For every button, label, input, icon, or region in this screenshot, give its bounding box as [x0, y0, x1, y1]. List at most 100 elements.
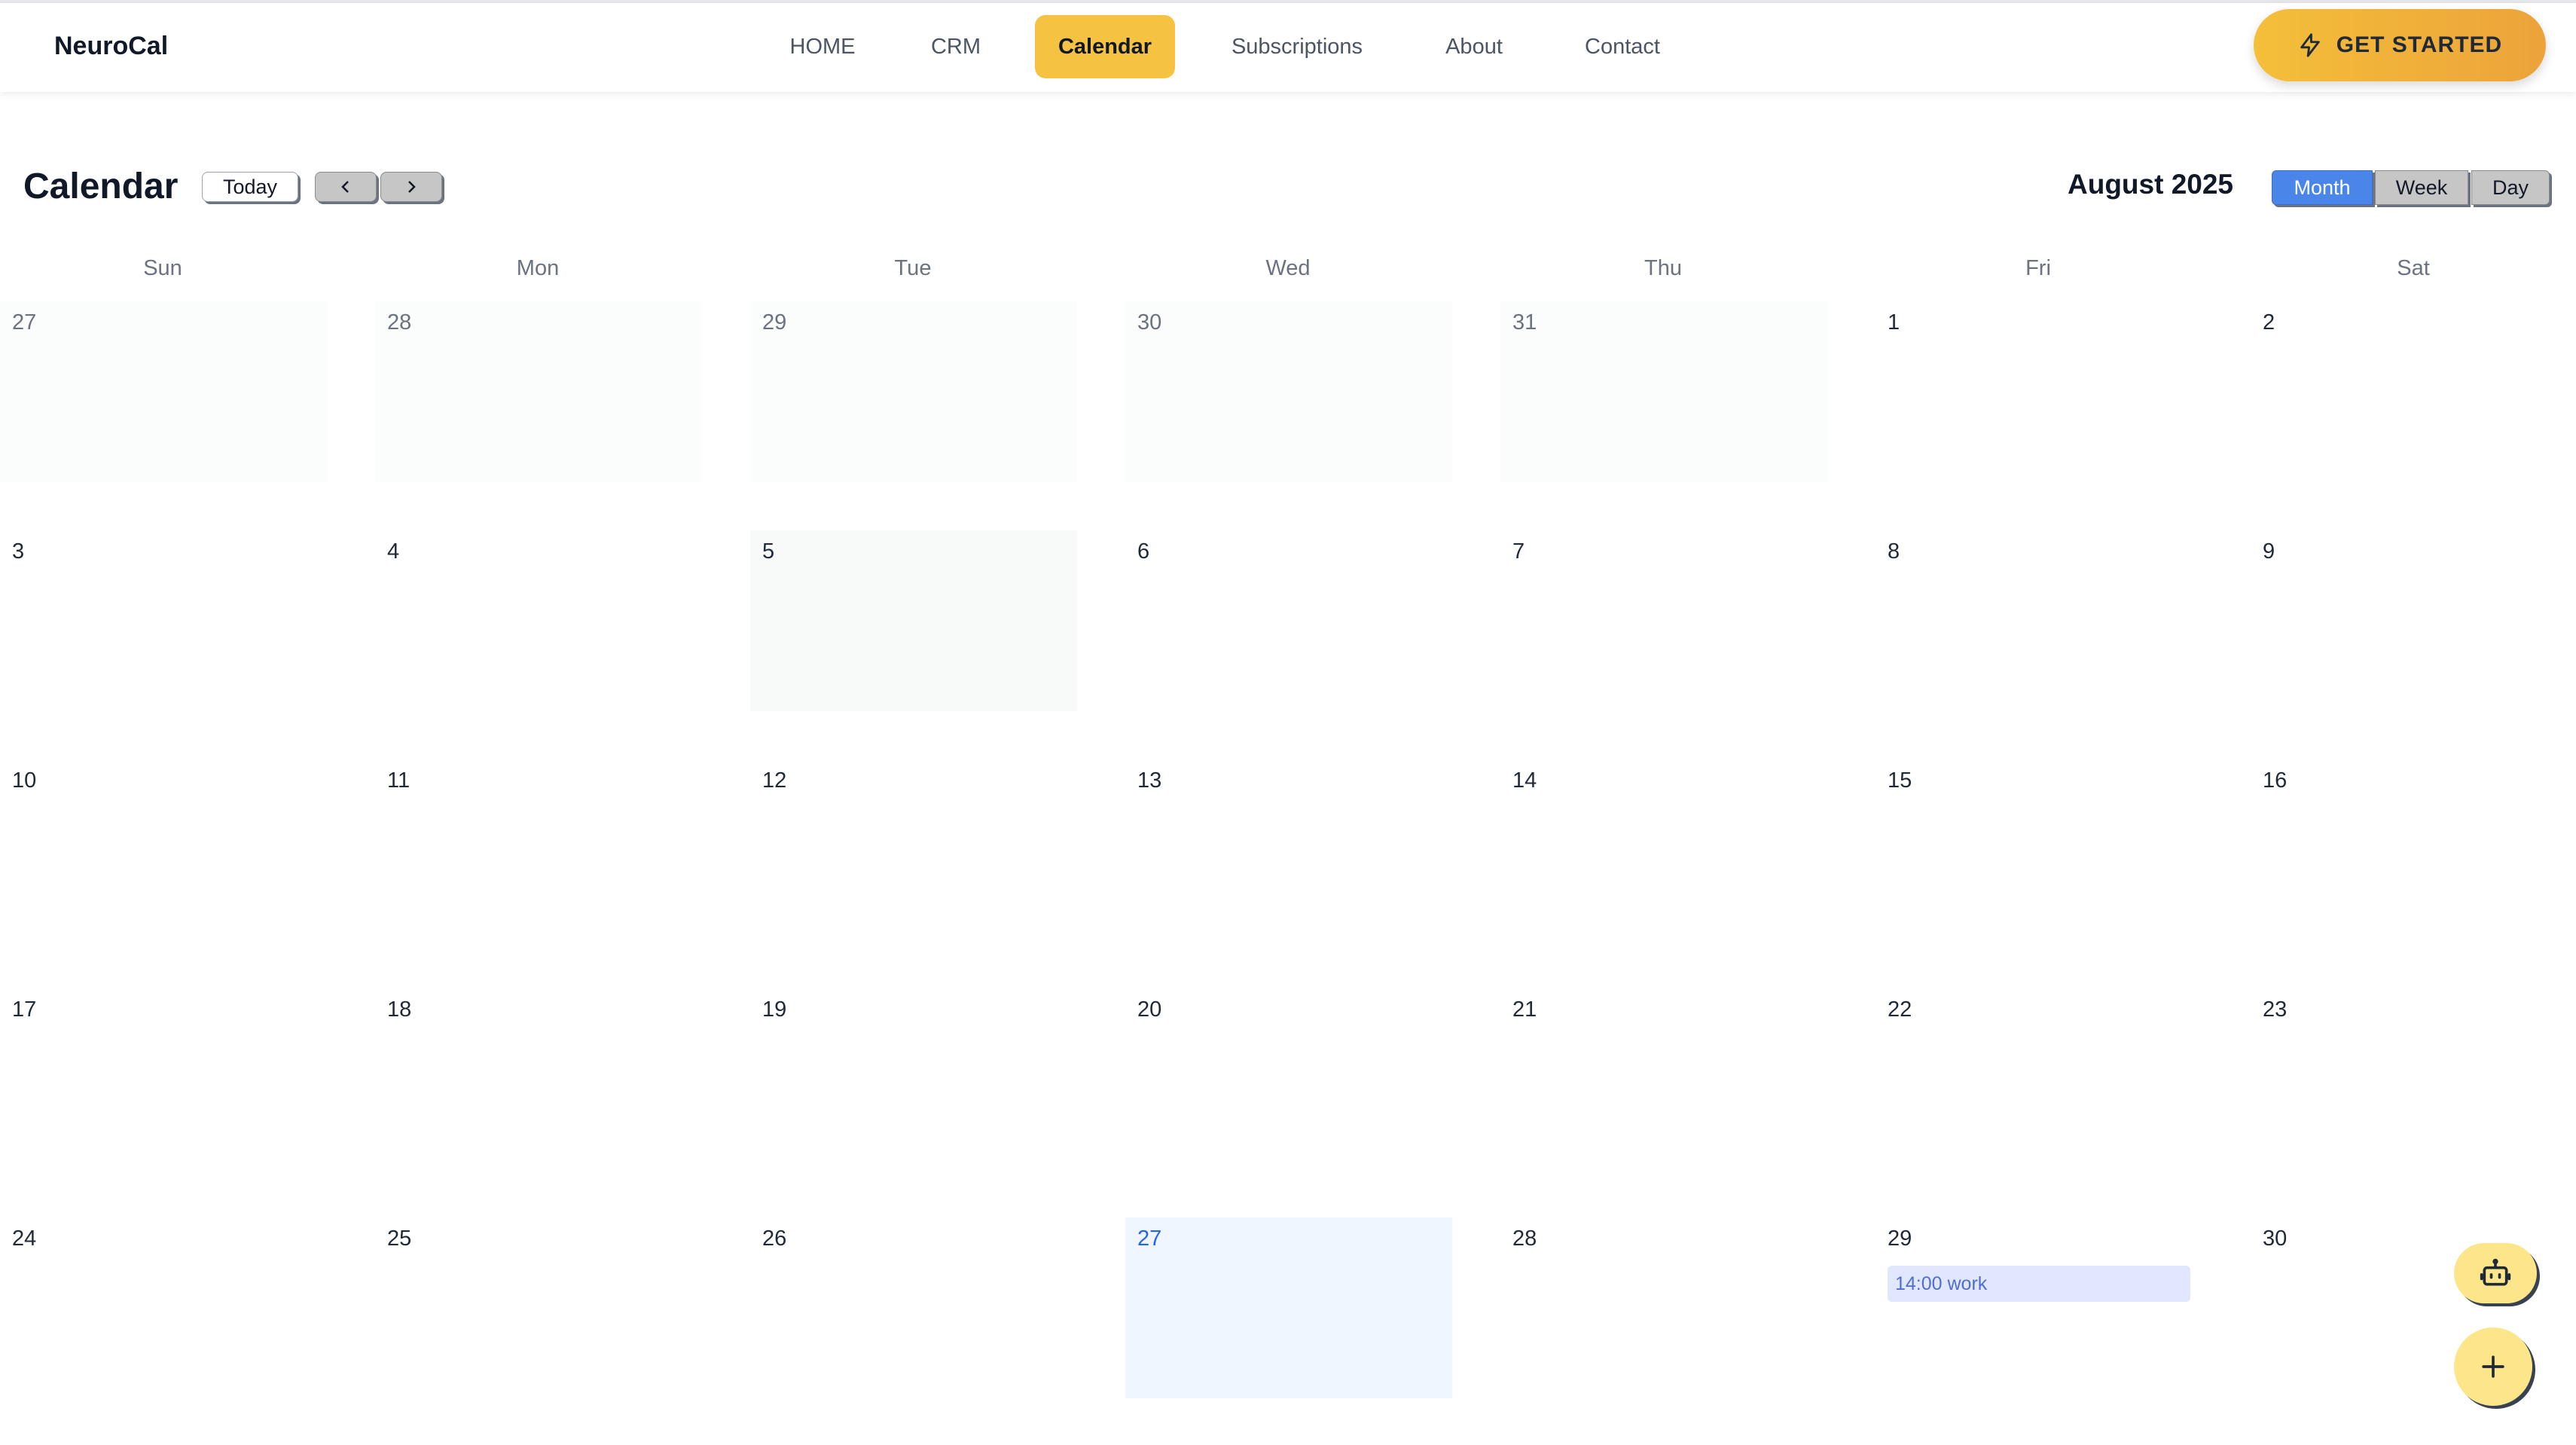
day-number: 27 [1137, 1227, 1162, 1251]
day-number: 16 [2263, 768, 2288, 793]
day-cell[interactable]: 20 [1125, 988, 1452, 1169]
day-number: 6 [1137, 539, 1150, 564]
prev-month-button[interactable] [315, 172, 377, 202]
day-number: 26 [762, 1227, 787, 1251]
day-number: 18 [387, 997, 412, 1022]
add-event-button[interactable] [2454, 1327, 2532, 1406]
chevron-right-icon [408, 181, 416, 193]
chevron-left-icon [341, 181, 349, 193]
weekday-header: Fri [2025, 256, 2051, 280]
lightning-icon [2300, 33, 2320, 57]
day-number: 28 [1512, 1227, 1537, 1251]
day-cell[interactable]: 1 [1876, 301, 2202, 482]
weekday-header: Thu [1644, 256, 1682, 280]
day-number: 27 [12, 310, 37, 335]
day-number: 24 [12, 1227, 37, 1251]
nav-about[interactable]: About [1419, 15, 1529, 78]
weekday-header: Wed [1265, 256, 1311, 280]
day-cell[interactable]: 13 [1125, 759, 1452, 940]
next-month-button[interactable] [380, 172, 442, 202]
top-navbar: NeuroCal HOME CRM Calendar Subscriptions… [0, 3, 2576, 92]
day-number: 31 [1512, 310, 1537, 335]
day-number: 22 [1888, 997, 1912, 1022]
day-number: 13 [1137, 768, 1162, 793]
day-cell[interactable]: 3 [0, 530, 327, 711]
nav-subscriptions[interactable]: Subscriptions [1201, 15, 1393, 78]
day-cell[interactable]: 5 [750, 530, 1077, 711]
weekday-header: Mon [516, 256, 560, 280]
day-cell-today[interactable]: 27 [1125, 1217, 1452, 1398]
weekday-header: Sat [2397, 256, 2430, 280]
weekday-header: Sun [143, 256, 182, 280]
calendar-event[interactable]: 14:00 work [1888, 1266, 2190, 1302]
page-title: Calendar [23, 166, 179, 206]
day-cell[interactable]: 28 [1500, 1217, 1827, 1398]
assistant-button[interactable] [2454, 1243, 2537, 1303]
day-number: 30 [1137, 310, 1162, 335]
day-number: 1 [1888, 310, 1900, 335]
day-number: 17 [12, 997, 37, 1022]
day-cell[interactable]: 18 [375, 988, 702, 1169]
day-number: 11 [387, 768, 411, 793]
day-cell[interactable]: 2 [2251, 301, 2576, 482]
day-cell[interactable]: 6 [1125, 530, 1452, 711]
day-cell[interactable]: 31 [1500, 301, 1827, 482]
day-cell[interactable]: 9 [2251, 530, 2576, 711]
day-number: 7 [1512, 539, 1525, 564]
today-button[interactable]: Today [202, 172, 298, 202]
day-cell[interactable]: 7 [1500, 530, 1827, 711]
day-cell[interactable]: 25 [375, 1217, 702, 1398]
view-day-button[interactable]: Day [2471, 170, 2550, 205]
day-cell[interactable]: 24 [0, 1217, 327, 1398]
nav-crm[interactable]: CRM [901, 15, 1011, 78]
day-number: 5 [762, 539, 775, 564]
app-logo[interactable]: NeuroCal [54, 32, 168, 61]
day-number: 23 [2263, 997, 2288, 1022]
get-started-label: GET STARTED [2336, 32, 2503, 57]
day-number: 14 [1512, 768, 1537, 793]
day-number: 2 [2263, 310, 2275, 335]
view-week-button[interactable]: Week [2375, 170, 2468, 205]
day-cell[interactable]: 30 [1125, 301, 1452, 482]
day-number: 4 [387, 539, 400, 564]
day-number: 21 [1512, 997, 1537, 1022]
current-month-label: August 2025 [2068, 169, 2234, 200]
day-cell[interactable]: 22 [1876, 988, 2202, 1169]
day-number: 3 [12, 539, 25, 564]
day-cell[interactable]: 29 14:00 work [1876, 1217, 2202, 1398]
day-number: 10 [12, 768, 37, 793]
day-number: 29 [1888, 1227, 1912, 1251]
day-cell[interactable]: 8 [1876, 530, 2202, 711]
day-cell[interactable]: 17 [0, 988, 327, 1169]
day-cell[interactable]: 4 [375, 530, 702, 711]
day-number: 15 [1888, 768, 1912, 793]
day-cell[interactable]: 14 [1500, 759, 1827, 940]
day-number: 9 [2263, 539, 2275, 564]
plus-icon [2482, 1355, 2504, 1378]
nav-contact[interactable]: Contact [1559, 15, 1686, 78]
day-cell[interactable]: 11 [375, 759, 702, 940]
day-number: 8 [1888, 539, 1900, 564]
day-cell[interactable]: 15 [1876, 759, 2202, 940]
day-number: 28 [387, 310, 412, 335]
day-cell[interactable]: 28 [375, 301, 702, 482]
day-number: 19 [762, 997, 787, 1022]
day-cell[interactable]: 12 [750, 759, 1077, 940]
day-cell[interactable]: 27 [0, 301, 327, 482]
day-number: 29 [762, 310, 787, 335]
view-month-button[interactable]: Month [2272, 170, 2373, 205]
day-cell[interactable]: 23 [2251, 988, 2576, 1169]
day-cell[interactable]: 19 [750, 988, 1077, 1169]
robot-icon [2480, 1258, 2511, 1286]
day-cell[interactable]: 21 [1500, 988, 1827, 1169]
day-number: 12 [762, 768, 787, 793]
day-cell[interactable]: 10 [0, 759, 327, 940]
day-number: 30 [2263, 1227, 2288, 1251]
day-cell[interactable]: 29 [750, 301, 1077, 482]
get-started-button[interactable]: GET STARTED [2254, 9, 2546, 81]
nav-calendar[interactable]: Calendar [1035, 15, 1175, 78]
weekday-header: Tue [894, 256, 932, 280]
nav-home[interactable]: HOME [770, 15, 875, 78]
day-cell[interactable]: 16 [2251, 759, 2576, 940]
day-cell[interactable]: 26 [750, 1217, 1077, 1398]
